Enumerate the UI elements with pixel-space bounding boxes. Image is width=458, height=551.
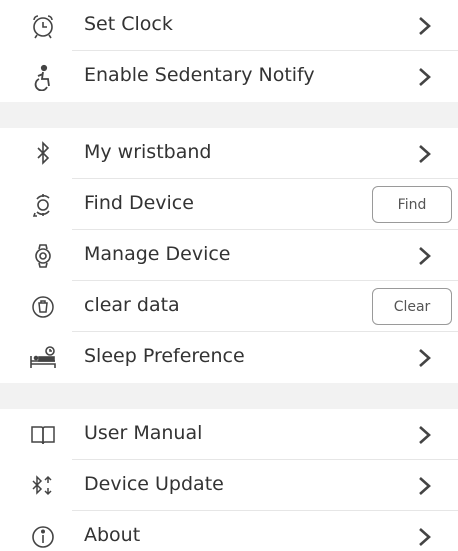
- bluetooth-icon: [28, 140, 58, 168]
- settings-item-label: Sleep Preference: [84, 345, 245, 367]
- info-icon: [28, 523, 58, 551]
- settings-item-user-manual[interactable]: User Manual: [0, 409, 458, 460]
- settings-list: Set Clock Enable Sedentary Notify My wri…: [0, 0, 458, 550]
- settings-item-label: Manage Device: [84, 243, 231, 265]
- section-spacer: [0, 102, 458, 128]
- chevron-right-icon: [414, 66, 436, 88]
- watch-icon: [28, 242, 58, 270]
- settings-item-set-clock[interactable]: Set Clock: [0, 0, 458, 51]
- settings-item-label: About: [84, 524, 141, 546]
- chevron-right-icon: [414, 347, 436, 369]
- bed-icon: [28, 344, 58, 372]
- settings-item-clear-data: clear data Clear: [0, 281, 458, 332]
- book-icon: [28, 421, 58, 449]
- clear-data-icon: [28, 293, 58, 321]
- settings-item-find-device: Find Device Find: [0, 179, 458, 230]
- settings-item-manage-device[interactable]: Manage Device: [0, 230, 458, 281]
- settings-item-about[interactable]: About: [0, 511, 458, 550]
- find-button[interactable]: Find: [372, 186, 452, 223]
- settings-item-label: Device Update: [84, 473, 224, 495]
- chevron-right-icon: [414, 143, 436, 165]
- clear-button[interactable]: Clear: [372, 288, 452, 325]
- alarm-clock-icon: [28, 12, 58, 40]
- settings-item-label: Enable Sedentary Notify: [84, 64, 315, 86]
- settings-item-my-wristband[interactable]: My wristband: [0, 128, 458, 179]
- settings-item-label: My wristband: [84, 141, 212, 163]
- settings-item-sleep-preference[interactable]: Sleep Preference: [0, 332, 458, 383]
- settings-item-device-update[interactable]: Device Update: [0, 460, 458, 511]
- settings-item-label: User Manual: [84, 422, 203, 444]
- find-device-icon: [28, 191, 58, 219]
- chevron-right-icon: [414, 475, 436, 497]
- chevron-right-icon: [414, 15, 436, 37]
- settings-item-label: Set Clock: [84, 13, 173, 35]
- chevron-right-icon: [414, 526, 436, 548]
- section-spacer: [0, 383, 458, 409]
- chevron-right-icon: [414, 424, 436, 446]
- settings-item-label: Find Device: [84, 192, 194, 214]
- settings-item-label: clear data: [84, 294, 180, 316]
- sedentary-person-icon: [28, 63, 58, 91]
- bluetooth-update-icon: [28, 472, 58, 500]
- settings-item-sedentary-notify[interactable]: Enable Sedentary Notify: [0, 51, 458, 102]
- chevron-right-icon: [414, 245, 436, 267]
